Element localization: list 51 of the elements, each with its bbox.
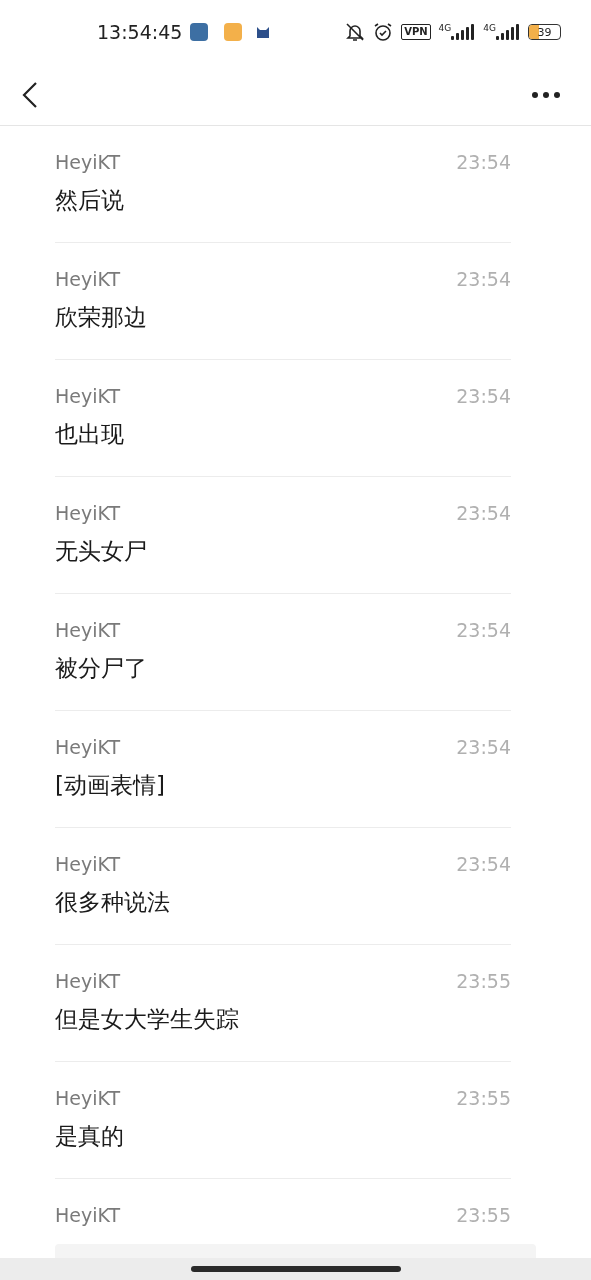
- message-text: 也出现: [55, 423, 125, 446]
- sender-name: HeyiKT: [55, 504, 121, 523]
- message-row[interactable]: HeyiKT 23:54 被分尸了: [55, 594, 511, 711]
- message-time: 23:54: [456, 738, 511, 757]
- sender-name: HeyiKT: [55, 738, 121, 757]
- message-row[interactable]: HeyiKT 23:55 但是女大学生失踪: [55, 945, 511, 1062]
- message-time: 23:54: [456, 504, 511, 523]
- sender-name: HeyiKT: [55, 1206, 121, 1225]
- message-time: 23:55: [456, 1089, 511, 1108]
- signal-icon: [451, 24, 476, 40]
- message-text: [动画表情]: [55, 774, 166, 797]
- message-time: 23:54: [456, 270, 511, 289]
- status-time: 13:54:45: [97, 19, 183, 45]
- message-time: 23:54: [456, 855, 511, 874]
- message-row[interactable]: HeyiKT 23:54 然后说: [55, 126, 511, 243]
- sender-name: HeyiKT: [55, 387, 121, 406]
- alarm-icon: [373, 22, 394, 42]
- message-text: 欣荣那边: [55, 306, 148, 329]
- sender-name: HeyiKT: [55, 855, 121, 874]
- message-text: 无头女尸: [55, 540, 148, 563]
- sender-name: HeyiKT: [55, 270, 121, 289]
- cat-icon: [256, 26, 271, 38]
- message-text: 是真的: [55, 1125, 125, 1148]
- message-time: 23:54: [456, 153, 511, 172]
- message-row[interactable]: HeyiKT 23:55 是真的: [55, 1062, 511, 1179]
- sender-name: HeyiKT: [55, 621, 121, 640]
- sender-name: HeyiKT: [55, 972, 121, 991]
- network-type: 4G: [438, 24, 452, 33]
- message-text: 很多种说法: [55, 891, 171, 914]
- bell-off-icon: [345, 22, 366, 42]
- message-time: 23:54: [456, 387, 511, 406]
- message-text: 但是女大学生失踪: [55, 1008, 240, 1031]
- signal-icon: [496, 24, 520, 40]
- message-row[interactable]: HeyiKT 23:54 很多种说法: [55, 828, 511, 945]
- message-row[interactable]: HeyiKT 23:54 无头女尸: [55, 477, 511, 594]
- network-type: 4G: [483, 24, 496, 33]
- app-notification-icon: [224, 23, 243, 41]
- message-text: 被分尸了: [55, 657, 148, 680]
- message-row[interactable]: HeyiKT 23:54 也出现: [55, 360, 511, 477]
- message-time: 23:55: [456, 1206, 511, 1225]
- message-text: 然后说: [55, 189, 125, 212]
- sender-name: HeyiKT: [55, 1089, 121, 1108]
- more-icon[interactable]: [531, 90, 561, 99]
- message-row[interactable]: HeyiKT 23:54 [动画表情]: [55, 711, 511, 828]
- sender-name: HeyiKT: [55, 153, 121, 172]
- back-icon[interactable]: [22, 80, 38, 109]
- message-row[interactable]: HeyiKT 23:54 欣荣那边: [55, 243, 511, 360]
- message-time: 23:54: [456, 621, 511, 640]
- vpn-indicator: VPN: [401, 24, 431, 40]
- message-time: 23:55: [456, 972, 511, 991]
- app-notification-icon: [190, 23, 209, 41]
